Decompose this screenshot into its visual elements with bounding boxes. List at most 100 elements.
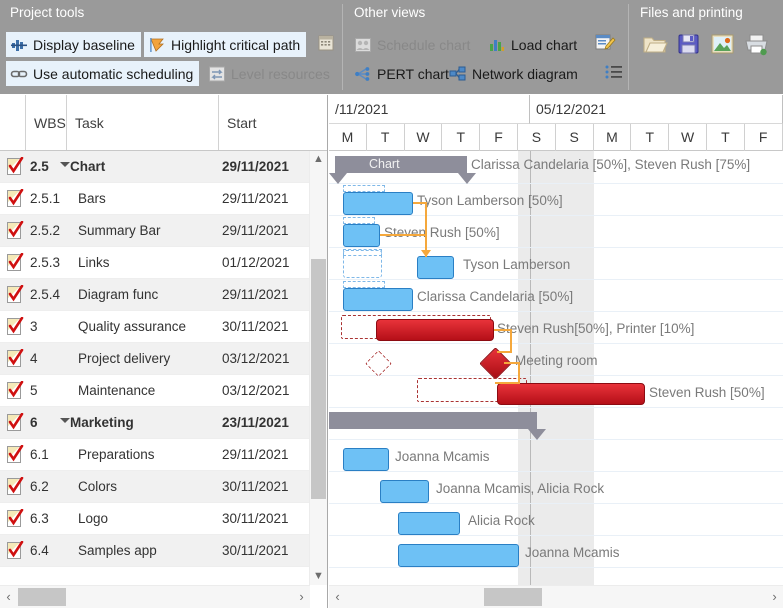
note-check-icon[interactable] — [6, 222, 25, 240]
scroll-down-arrow[interactable]: ▼ — [310, 568, 327, 585]
gantt-row-line — [329, 215, 783, 216]
cell-task: Logo — [78, 511, 108, 526]
table-row[interactable]: 4Project delivery03/12/2021 — [0, 343, 327, 375]
gantt-row-line — [329, 183, 783, 184]
gantt-link — [380, 234, 427, 236]
highlight-critical-path-label: Highlight critical path — [171, 37, 300, 53]
note-check-icon[interactable] — [6, 510, 25, 528]
gantt-row-line — [329, 471, 783, 472]
edit-note-icon[interactable] — [594, 33, 618, 57]
baseline-bar — [343, 281, 385, 288]
summary-bar-cap-right — [458, 173, 476, 184]
task-table: WBS Task Start 2.5Chart29/11/20212.5.1Ba… — [0, 95, 328, 608]
export-image-icon[interactable] — [710, 32, 736, 58]
open-folder-icon[interactable] — [642, 32, 668, 58]
table-row[interactable]: 3Quality assurance30/11/2021 — [0, 311, 327, 343]
highlight-critical-path-button[interactable]: Highlight critical path — [144, 32, 306, 57]
gantt-bar-task[interactable] — [398, 512, 460, 535]
gantt-scroll-right-arrow[interactable]: › — [766, 586, 783, 608]
scroll-right-arrow[interactable]: › — [293, 586, 310, 608]
gantt-link — [495, 382, 520, 384]
ribbon-group-files-and-printing: Files and printing — [630, 0, 783, 94]
level-resources-label: Level resources — [231, 66, 330, 82]
gantt-row-line — [329, 439, 783, 440]
cell-task: Marketing — [70, 415, 134, 430]
print-icon[interactable] — [744, 32, 770, 58]
network-diagram-button[interactable]: Network diagram — [445, 61, 584, 86]
note-check-icon[interactable] — [6, 190, 25, 208]
table-row[interactable]: 2.5.3Links01/12/2021 — [0, 247, 327, 279]
gantt-bar-task[interactable] — [380, 480, 429, 503]
load-chart-button[interactable]: Load chart — [484, 32, 583, 57]
gantt-horizontal-scrollbar[interactable]: ‹ › — [329, 585, 783, 608]
table-row[interactable]: 6Marketing23/11/2021 — [0, 407, 327, 439]
table-horizontal-scrollbar[interactable]: ‹ › — [0, 585, 310, 608]
cell-wbs: 6.2 — [30, 479, 49, 494]
pert-chart-label: PERT chart — [377, 66, 449, 82]
schedule-chart-button[interactable]: Schedule chart — [350, 32, 476, 57]
gantt-row-label: Joanna Mcamis, Alicia Rock — [436, 481, 604, 496]
gantt-bar-task[interactable] — [398, 544, 519, 567]
calendar-icon[interactable] — [316, 33, 340, 57]
scroll-left-arrow[interactable]: ‹ — [0, 586, 17, 608]
gantt-scroll-left-arrow[interactable]: ‹ — [329, 586, 346, 608]
gantt-chart: /11/202105/12/2021MTWTFSSMTWTF ChartClar… — [329, 95, 783, 608]
save-icon[interactable] — [676, 32, 702, 58]
use-automatic-scheduling-button[interactable]: Use automatic scheduling — [6, 61, 199, 86]
note-check-icon[interactable] — [6, 446, 25, 464]
cell-start: 30/11/2021 — [222, 479, 289, 494]
note-check-icon[interactable] — [6, 286, 25, 304]
table-row[interactable]: 6.4Samples app30/11/2021 — [0, 535, 327, 567]
gantt-row-label: Tyson Lamberson — [463, 257, 570, 272]
note-check-icon[interactable] — [6, 318, 25, 336]
gantt-bar-task[interactable] — [343, 224, 380, 247]
cell-start: 30/11/2021 — [222, 511, 289, 526]
note-check-icon[interactable] — [6, 542, 25, 560]
table-hscroll-thumb[interactable] — [18, 588, 66, 606]
note-check-icon[interactable] — [6, 382, 25, 400]
table-row[interactable]: 2.5.2Summary Bar29/11/2021 — [0, 215, 327, 247]
note-check-icon[interactable] — [6, 158, 25, 176]
table-row[interactable]: 5Maintenance03/12/2021 — [0, 375, 327, 407]
column-header-wbs[interactable]: WBS — [26, 95, 67, 150]
column-header-task[interactable]: Task — [67, 95, 219, 150]
table-row[interactable]: 6.2Colors30/11/2021 — [0, 471, 327, 503]
level-resources-button[interactable]: Level resources — [204, 61, 336, 86]
collapse-triangle-icon[interactable] — [60, 418, 70, 423]
gantt-bar-task[interactable] — [343, 192, 413, 215]
note-check-icon[interactable] — [6, 478, 25, 496]
gantt-bar-critical[interactable] — [497, 383, 645, 405]
baseline-icon — [10, 36, 28, 54]
display-baseline-button[interactable]: Display baseline — [6, 32, 141, 57]
gantt-bar-critical[interactable] — [376, 319, 494, 341]
summary-bar-chart[interactable] — [335, 156, 467, 173]
cell-task: Maintenance — [78, 383, 155, 398]
cell-wbs: 2.5.4 — [30, 287, 60, 302]
table-vertical-scrollbar[interactable]: ▲ ▼ — [309, 151, 327, 585]
scroll-up-arrow[interactable]: ▲ — [310, 151, 327, 168]
pert-chart-button[interactable]: PERT chart — [350, 61, 455, 86]
gantt-weekend-column — [556, 151, 594, 585]
summary-bar-marketing[interactable] — [329, 412, 537, 429]
note-check-icon[interactable] — [6, 254, 25, 272]
column-header-note[interactable] — [0, 95, 26, 150]
gantt-row-line — [329, 311, 783, 312]
table-row[interactable]: 2.5Chart29/11/2021 — [0, 151, 327, 183]
gantt-hscroll-thumb[interactable] — [484, 588, 542, 606]
cell-start: 29/11/2021 — [222, 447, 289, 462]
gantt-bar-task[interactable] — [343, 448, 389, 471]
cell-start: 29/11/2021 — [222, 191, 289, 206]
gantt-plot-area: ChartClarissa Candelaria [50%], Steven R… — [329, 151, 783, 585]
note-check-icon[interactable] — [6, 414, 25, 432]
note-check-icon[interactable] — [6, 350, 25, 368]
gantt-bar-task[interactable] — [417, 256, 454, 279]
table-row[interactable]: 2.5.1Bars29/11/2021 — [0, 183, 327, 215]
list-icon[interactable] — [604, 62, 628, 86]
table-row[interactable]: 2.5.4Diagram func29/11/2021 — [0, 279, 327, 311]
table-scroll-thumb[interactable] — [311, 259, 326, 499]
table-row[interactable]: 6.3Logo30/11/2021 — [0, 503, 327, 535]
gantt-bar-task[interactable] — [343, 288, 413, 311]
column-header-start[interactable]: Start — [219, 95, 305, 150]
table-row[interactable]: 6.1Preparations29/11/2021 — [0, 439, 327, 471]
collapse-triangle-icon[interactable] — [60, 162, 70, 167]
